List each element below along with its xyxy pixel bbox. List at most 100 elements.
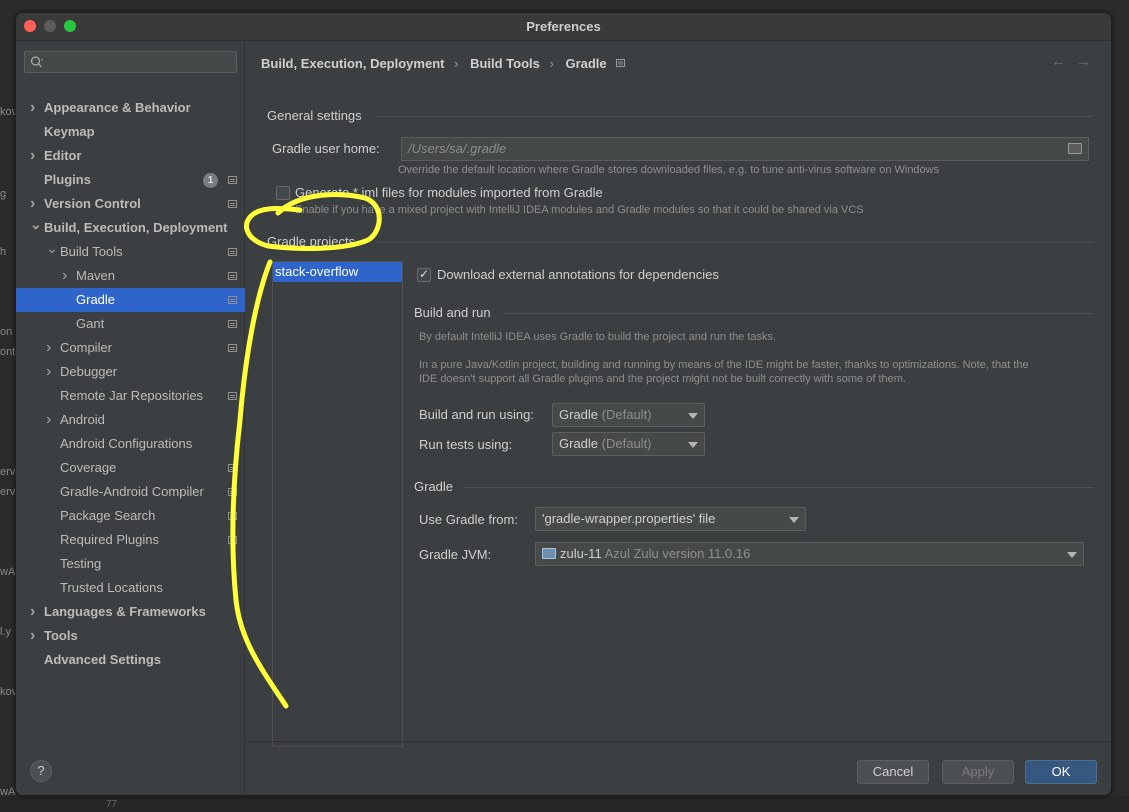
chevron-down-icon[interactable]: ⌄ bbox=[30, 212, 42, 236]
sidebar-item-advanced-settings[interactable]: Advanced Settings bbox=[16, 648, 245, 672]
ok-button[interactable]: OK bbox=[1025, 760, 1097, 784]
background-line-number: 77 bbox=[106, 799, 118, 810]
sidebar-item-label: Testing bbox=[60, 556, 102, 571]
run-tests-using-select[interactable]: Gradle (Default) bbox=[552, 432, 705, 456]
cancel-button[interactable]: Cancel bbox=[857, 760, 929, 784]
sidebar-item-android-configurations[interactable]: Android Configurations bbox=[16, 432, 245, 456]
forward-arrow-icon[interactable]: → bbox=[1076, 53, 1101, 70]
chevron-right-icon[interactable]: › bbox=[30, 96, 42, 120]
sidebar-item-android[interactable]: › Android bbox=[16, 408, 245, 432]
sidebar-item-build-tools[interactable]: ⌄ Build Tools bbox=[16, 240, 245, 264]
list-item[interactable]: stack-overflow bbox=[273, 262, 402, 282]
sidebar-item-version-control[interactable]: › Version Control bbox=[16, 192, 245, 216]
sidebar-item-label: Gant bbox=[76, 316, 105, 331]
sidebar-item-label: Compiler bbox=[60, 340, 113, 355]
project-level-icon bbox=[228, 344, 237, 352]
gradle-jvm-value: zulu-11 bbox=[560, 546, 602, 561]
background-code-fragment: g bbox=[0, 188, 7, 200]
sidebar-item-testing[interactable]: Testing bbox=[16, 552, 245, 576]
sidebar-item-label: Build Tools bbox=[60, 244, 123, 259]
chevron-right-icon[interactable]: › bbox=[46, 360, 58, 384]
run-tests-using-value: Gradle bbox=[559, 436, 599, 451]
sidebar-item-label: Advanced Settings bbox=[44, 652, 162, 667]
background-editor-bottom: 77 bbox=[0, 796, 1129, 812]
chevron-right-icon[interactable]: › bbox=[30, 600, 42, 624]
build-run-note-line2: IDE doesn't support all Gradle plugins a… bbox=[419, 373, 906, 385]
back-arrow-icon[interactable]: ← bbox=[1051, 53, 1076, 70]
background-code-fragment: wA bbox=[0, 786, 16, 798]
gradle-jvm-select[interactable]: zulu-11 Azul Zulu version 11.0.16 bbox=[535, 542, 1084, 566]
background-code-fragment: ont bbox=[0, 346, 16, 358]
sidebar-item-required-plugins[interactable]: Required Plugins bbox=[16, 528, 245, 552]
sidebar-item-label: Gradle-Android Compiler bbox=[60, 484, 204, 499]
sidebar-item-compiler[interactable]: › Compiler bbox=[16, 336, 245, 360]
chevron-right-icon[interactable]: › bbox=[30, 624, 42, 648]
breadcrumb-build-tools[interactable]: Build Tools bbox=[470, 56, 540, 71]
section-divider bbox=[464, 487, 1093, 488]
sidebar-item-remote-jar-repositories[interactable]: Remote Jar Repositories bbox=[16, 384, 245, 408]
sidebar-item-coverage[interactable]: Coverage bbox=[16, 456, 245, 480]
settings-tree: › Appearance & Behavior Keymap › Editor Plugi… bbox=[16, 96, 245, 672]
build-run-using-value: Gradle bbox=[559, 407, 599, 422]
breadcrumb-separator: › bbox=[454, 56, 459, 71]
run-tests-using-label: Run tests using: bbox=[419, 437, 513, 452]
build-run-using-select[interactable]: Gradle (Default) bbox=[552, 403, 705, 427]
chevron-right-icon[interactable]: › bbox=[62, 264, 74, 288]
gradle-section-title: Gradle bbox=[414, 479, 454, 494]
background-code-fragment: erv bbox=[0, 466, 16, 478]
sidebar-item-trusted-locations[interactable]: Trusted Locations bbox=[16, 576, 245, 600]
breadcrumb-build-execution-deployment[interactable]: Build, Execution, Deployment bbox=[261, 56, 444, 71]
chevron-right-icon[interactable]: › bbox=[46, 336, 58, 360]
sidebar-item-maven[interactable]: › Maven bbox=[16, 264, 245, 288]
general-settings-title: General settings bbox=[267, 108, 362, 123]
project-level-icon bbox=[228, 512, 237, 520]
sidebar-item-label: Tools bbox=[44, 628, 78, 643]
sidebar-item-label: Package Search bbox=[60, 508, 156, 523]
gradle-settings-panel: Build, Execution, Deployment › Build Too… bbox=[246, 41, 1111, 747]
generate-iml-label: Generate *.iml files for modules importe… bbox=[295, 185, 603, 200]
sidebar-item-gradle-android-compiler[interactable]: Gradle-Android Compiler bbox=[16, 480, 245, 504]
build-run-note-line1: In a pure Java/Kotlin project, building … bbox=[419, 359, 1029, 371]
gradle-user-home-input[interactable]: /Users/sa/.gradle bbox=[401, 137, 1089, 161]
download-annotations-checkbox[interactable] bbox=[417, 267, 431, 282]
project-level-icon bbox=[228, 296, 237, 304]
settings-search-input[interactable] bbox=[24, 51, 237, 73]
preferences-window: Preferences › Appearance & Behavior Keymap… bbox=[15, 12, 1112, 796]
chevron-down-icon bbox=[789, 517, 799, 523]
breadcrumb-separator: › bbox=[549, 56, 554, 71]
sidebar-item-plugins[interactable]: Plugins 1 bbox=[16, 168, 245, 192]
sidebar-item-debugger[interactable]: › Debugger bbox=[16, 360, 245, 384]
chevron-down-icon[interactable]: ⌄ bbox=[46, 236, 58, 260]
sidebar-item-label: Coverage bbox=[60, 460, 117, 475]
breadcrumb: Build, Execution, Deployment › Build Too… bbox=[261, 56, 626, 71]
background-code-fragment: h bbox=[0, 246, 7, 258]
sidebar-item-gant[interactable]: Gant bbox=[16, 312, 245, 336]
project-level-icon bbox=[228, 272, 237, 280]
project-level-icon bbox=[228, 248, 237, 256]
sidebar-item-languages-frameworks[interactable]: › Languages & Frameworks bbox=[16, 600, 245, 624]
sidebar-item-keymap[interactable]: Keymap bbox=[16, 120, 245, 144]
gradle-projects-list: stack-overflow bbox=[272, 261, 403, 747]
gradle-user-home-label: Gradle user home: bbox=[272, 141, 380, 156]
use-gradle-from-select[interactable]: 'gradle-wrapper.properties' file bbox=[535, 507, 806, 531]
background-code-fragment: erv bbox=[0, 486, 16, 498]
help-button[interactable]: ? bbox=[30, 760, 52, 782]
section-divider bbox=[504, 313, 1093, 314]
sidebar-item-label: Debugger bbox=[60, 364, 118, 379]
sidebar-item-appearance-behavior[interactable]: › Appearance & Behavior bbox=[16, 96, 245, 120]
sidebar-item-package-search[interactable]: Package Search bbox=[16, 504, 245, 528]
folder-browse-icon[interactable] bbox=[1068, 143, 1082, 154]
sidebar-item-gradle[interactable]: Gradle bbox=[16, 288, 245, 312]
sidebar-item-label: Build, Execution, Deployment bbox=[44, 220, 228, 235]
chevron-right-icon[interactable]: › bbox=[46, 408, 58, 432]
apply-button[interactable]: Apply bbox=[942, 760, 1014, 784]
sidebar-item-label: Plugins bbox=[44, 172, 91, 187]
generate-iml-checkbox[interactable] bbox=[276, 186, 290, 200]
sidebar-item-label: Keymap bbox=[44, 124, 95, 139]
project-level-icon bbox=[228, 176, 237, 184]
sidebar-item-tools[interactable]: › Tools bbox=[16, 624, 245, 648]
chevron-right-icon[interactable]: › bbox=[30, 144, 42, 168]
use-gradle-from-label: Use Gradle from: bbox=[419, 512, 518, 527]
sidebar-item-editor[interactable]: › Editor bbox=[16, 144, 245, 168]
sidebar-item-label: Required Plugins bbox=[60, 532, 160, 547]
